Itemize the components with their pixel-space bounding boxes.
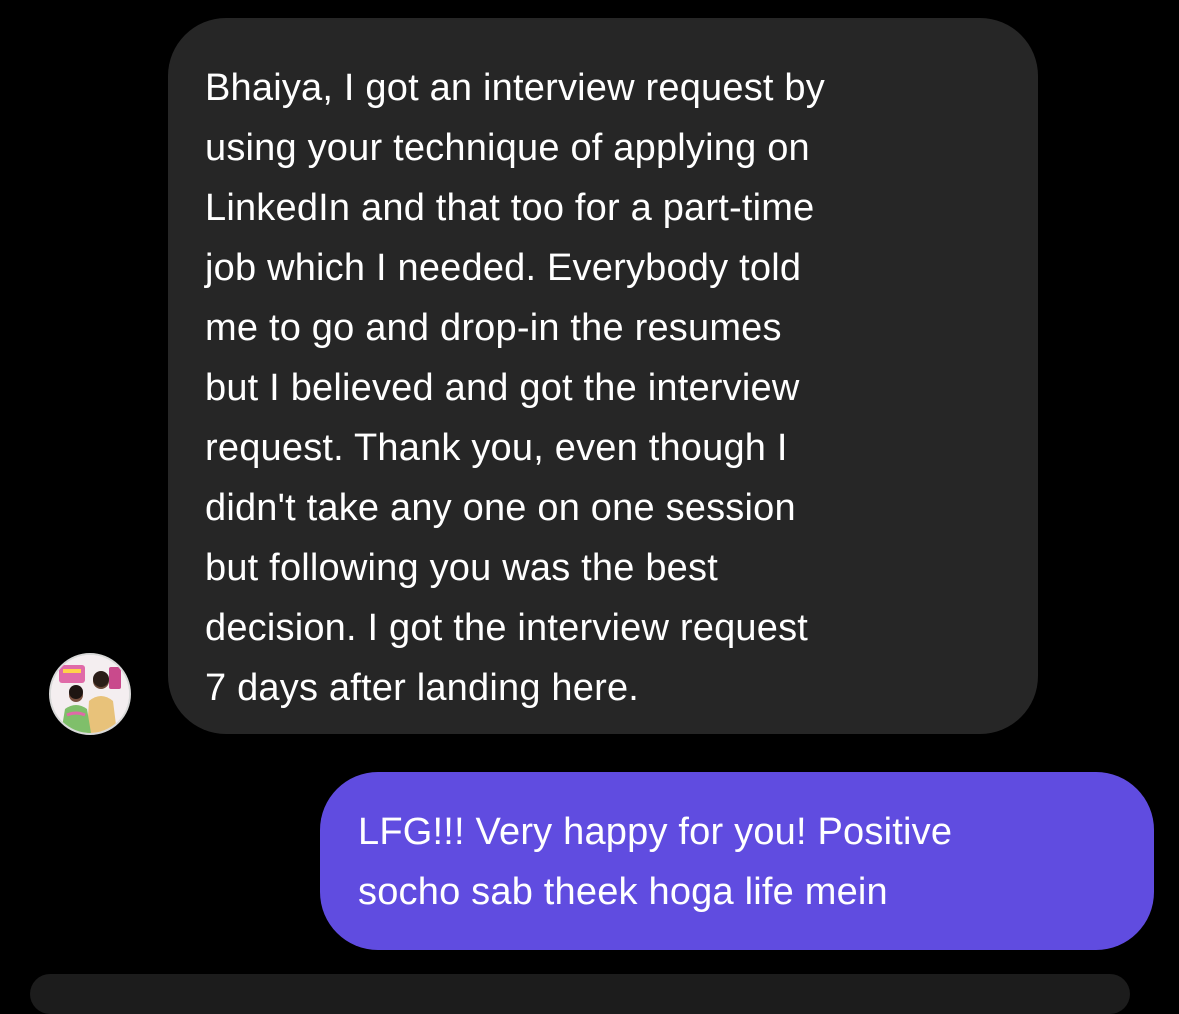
sender-avatar[interactable] <box>49 653 131 735</box>
avatar-photo-icon <box>51 655 129 733</box>
incoming-message-bubble[interactable]: Bhaiya, I got an interview request by us… <box>168 18 1038 734</box>
outgoing-message-bubble[interactable]: LFG!!! Very happy for you! Positive soch… <box>320 772 1154 950</box>
next-message-bubble-partial[interactable] <box>30 974 1130 1014</box>
